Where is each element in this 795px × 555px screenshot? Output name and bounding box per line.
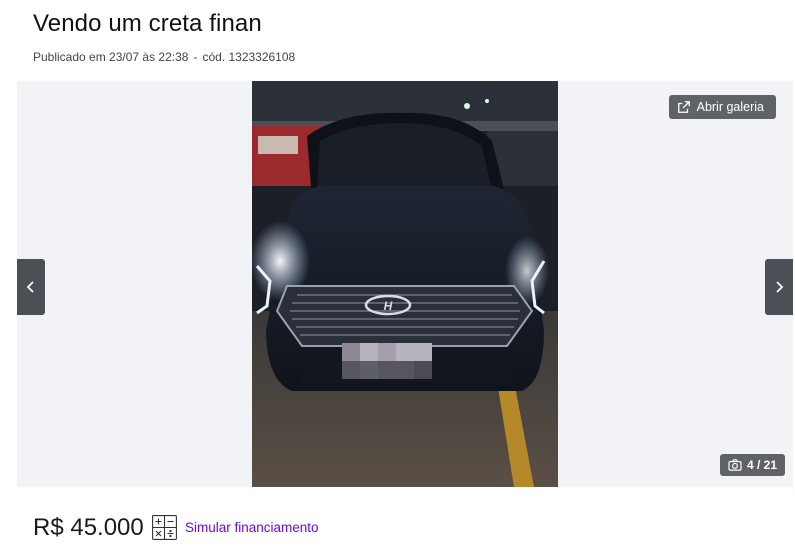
calculator-icon[interactable]: [152, 515, 177, 540]
open-gallery-label: Abrir galeria: [696, 100, 764, 114]
previous-photo-button[interactable]: [17, 259, 45, 315]
car-photo-illustration: H: [252, 81, 558, 487]
next-photo-button[interactable]: [765, 259, 793, 315]
svg-text:H: H: [384, 299, 393, 313]
meta-separator: -: [193, 50, 198, 64]
photo-counter-text: 4 / 21: [746, 458, 777, 472]
listing-title: Vendo um creta finan: [33, 10, 262, 37]
photo-counter: 4 / 21: [719, 454, 785, 476]
listing-meta: Publicado em 23/07 às 22:38- cód. 1323326…: [33, 50, 295, 64]
simulate-financing-link[interactable]: Simular financiamento: [185, 520, 319, 535]
price-value: R$ 45.000: [33, 514, 144, 541]
chevron-right-icon: [776, 281, 784, 293]
chevron-left-icon: [26, 281, 34, 293]
listing-code: cód. 1323326108: [202, 50, 296, 64]
published-date: Publicado em 23/07 às 22:38: [33, 50, 189, 64]
external-link-icon: [677, 101, 690, 113]
car-photo[interactable]: H: [252, 81, 558, 487]
open-gallery-button[interactable]: Abrir galeria: [668, 95, 776, 119]
camera-icon: [728, 459, 742, 471]
photo-gallery[interactable]: H Abrir galeria 4 / 21: [17, 81, 793, 487]
